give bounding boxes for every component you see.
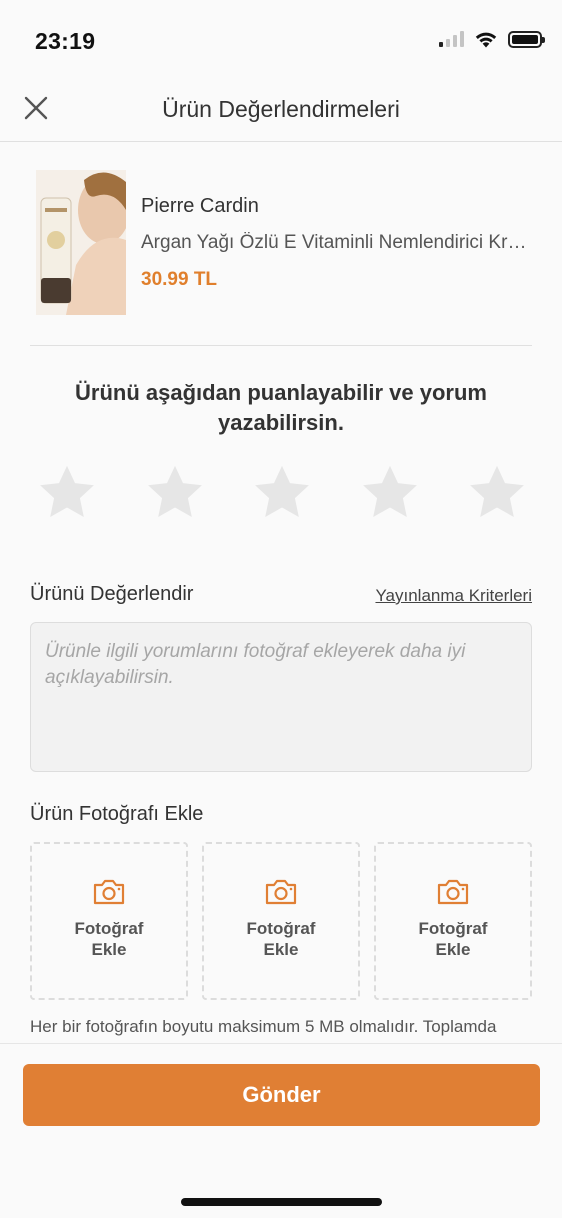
submit-button[interactable]: Gönder	[23, 1064, 540, 1126]
home-indicator	[181, 1198, 382, 1206]
camera-icon	[437, 879, 469, 905]
star-icon-3[interactable]	[251, 462, 313, 524]
status-icons	[439, 30, 545, 48]
photo-slots: Fotoğraf Ekle Fotoğraf Ekle Fotoğraf Ekl…	[30, 842, 532, 1000]
review-section-title: Ürünü Değerlendir	[30, 583, 194, 605]
camera-icon	[93, 879, 125, 905]
add-photo-button-3[interactable]: Fotoğraf Ekle	[374, 842, 532, 1000]
star-icon-5[interactable]	[466, 462, 528, 524]
status-time: 23:19	[35, 28, 96, 54]
publishing-criteria-link[interactable]: Yayınlanma Kriterleri	[375, 586, 532, 606]
page-title: Ürün Değerlendirmeleri	[162, 96, 400, 122]
footer: Gönder	[0, 1043, 562, 1218]
star-icon-4[interactable]	[359, 462, 421, 524]
product-price: 30.99 TL	[141, 269, 218, 290]
add-photo-button-2[interactable]: Fotoğraf Ekle	[202, 842, 360, 1000]
star-rating	[36, 462, 528, 524]
review-textarea[interactable]	[45, 639, 517, 755]
rating-prompt: Ürünü aşağıdan puanlayabilir ve yorum ya…	[75, 380, 487, 435]
camera-icon	[265, 879, 297, 905]
product-name: Argan Yağı Özlü E Vitaminli Nemlendirici…	[141, 232, 532, 253]
status-bar: 23:19	[0, 0, 562, 80]
product-brand: Pierre Cardin	[141, 195, 259, 217]
add-photo-label: Fotoğraf Ekle	[246, 919, 316, 959]
review-textarea-container	[30, 622, 532, 772]
add-photo-button-1[interactable]: Fotoğraf Ekle	[30, 842, 188, 1000]
header: Ürün Değerlendirmeleri	[0, 80, 562, 142]
photo-section-title: Ürün Fotoğrafı Ekle	[30, 803, 204, 825]
product-image	[36, 170, 126, 315]
product-summary: Pierre Cardin Argan Yağı Özlü E Vitaminl…	[30, 170, 532, 346]
add-photo-label: Fotoğraf Ekle	[418, 919, 488, 959]
star-icon-2[interactable]	[144, 462, 206, 524]
add-photo-label: Fotoğraf Ekle	[74, 919, 144, 959]
cellular-signal-icon	[439, 31, 464, 47]
star-icon-1[interactable]	[36, 462, 98, 524]
wifi-icon	[475, 32, 497, 48]
photo-size-note: Her bir fotoğrafın boyutu maksimum 5 MB …	[30, 1017, 497, 1036]
battery-icon	[508, 30, 545, 48]
